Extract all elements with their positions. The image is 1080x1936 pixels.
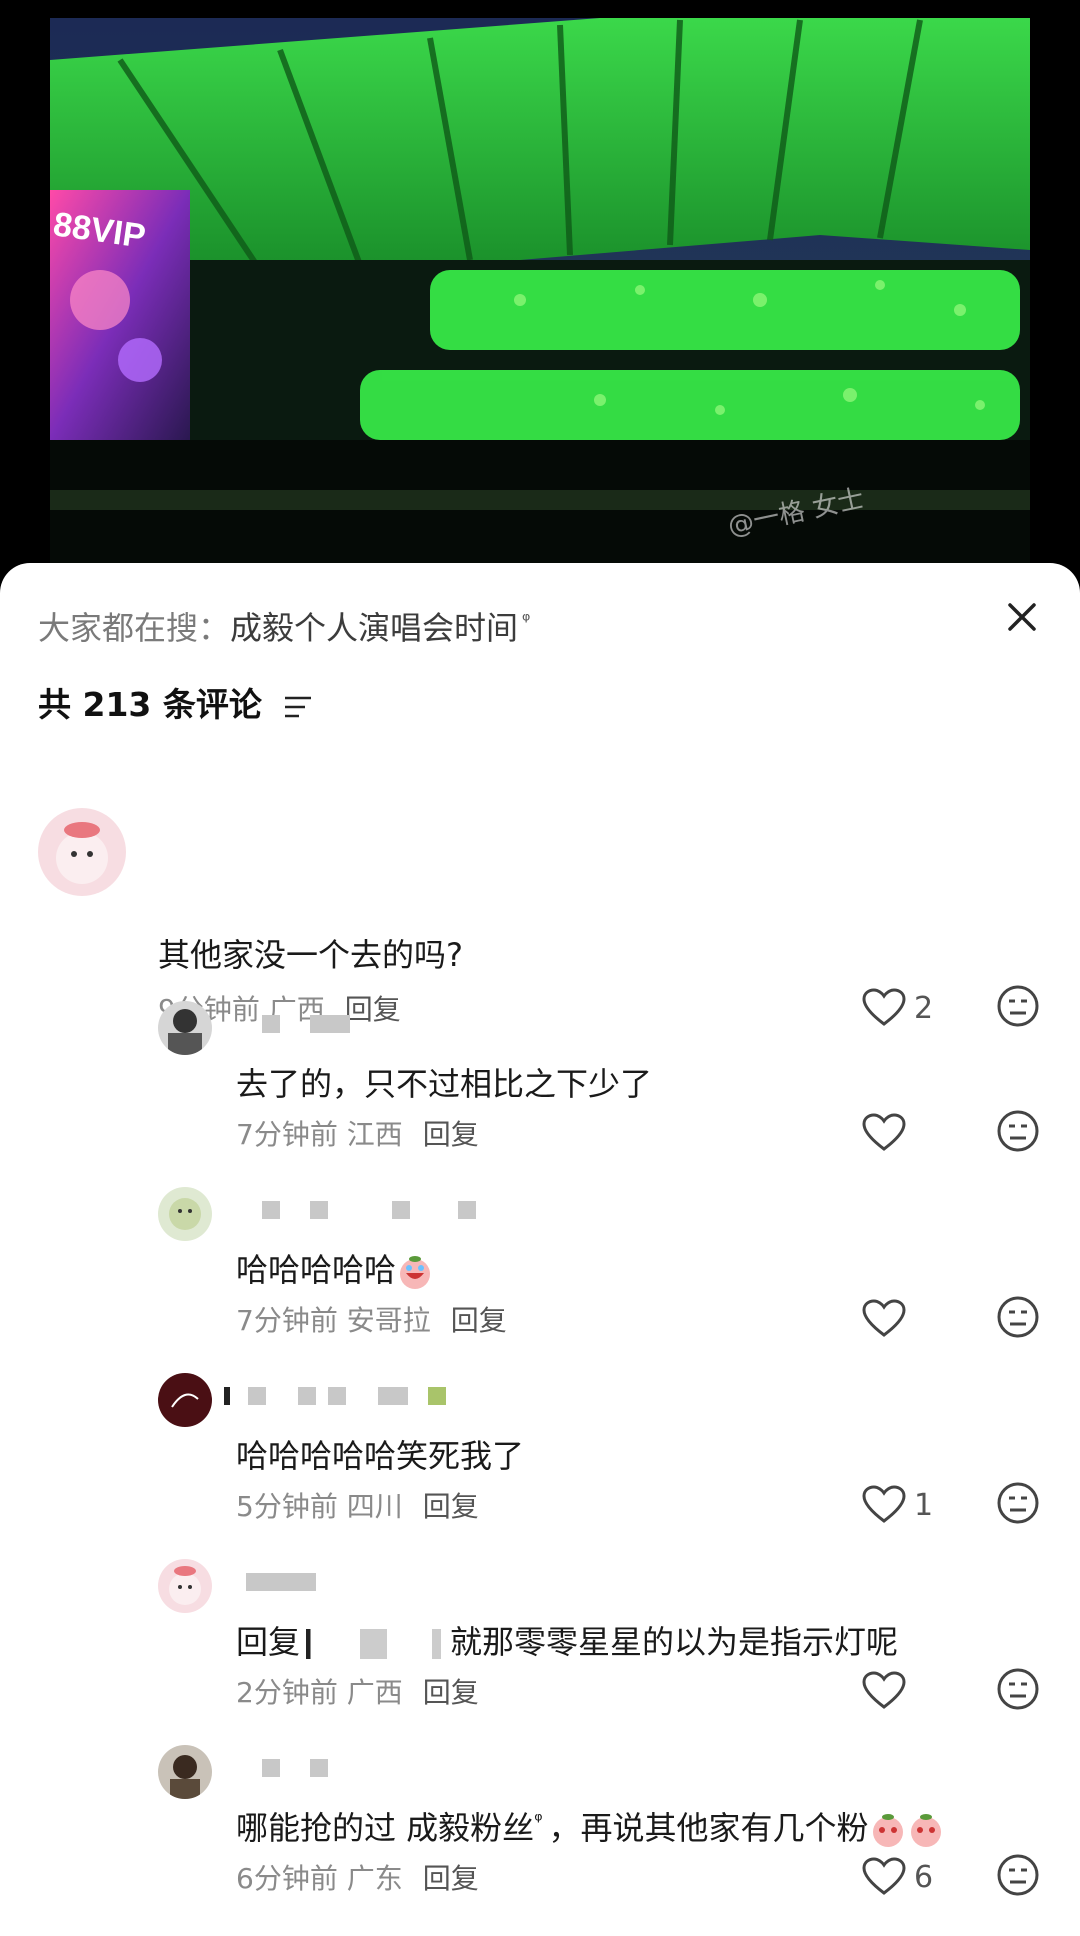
like-button[interactable]: 2 [862, 988, 933, 1028]
search-suggestion[interactable]: 大家都在搜：成毅个人演唱会时间 ᵠ [38, 603, 530, 649]
avatar[interactable] [158, 1373, 212, 1427]
reply-button[interactable]: 回复 [423, 1490, 479, 1523]
reply-button[interactable]: 回复 [423, 1862, 479, 1895]
heart-icon [862, 1671, 906, 1709]
like-button[interactable]: 6 [862, 1857, 933, 1897]
comment-meta: 7分钟前 安哥拉 回复 [236, 1299, 507, 1339]
peach-emoji-icon [872, 1814, 903, 1847]
concert-photo: 88VIP @一格 女士 [0, 0, 1080, 575]
heart-icon [862, 1299, 906, 1337]
like-button[interactable]: 1 [862, 1485, 933, 1525]
comment-text: 哈哈哈哈哈笑死我了 [236, 1437, 525, 1475]
comment-text-suffix: ，再说其他家有几个粉 [548, 1809, 869, 1847]
comment-count: 共 213 条评论 [38, 685, 262, 724]
comment-time: 2分钟前 [236, 1676, 338, 1709]
dislike-icon[interactable] [996, 1109, 1040, 1153]
comment-sheet: 大家都在搜：成毅个人演唱会时间 ᵠ 共 213 条评论 其他家没一个去的吗? 9分… [0, 563, 1080, 1936]
avatar[interactable] [158, 1559, 212, 1613]
comment-region: 广西 [346, 1676, 403, 1709]
like-count: 6 [914, 1859, 934, 1895]
heart-icon [862, 1857, 906, 1895]
heart-icon [862, 988, 906, 1026]
like-button[interactable] [862, 1113, 914, 1153]
comment-time: 7分钟前 [236, 1304, 338, 1337]
comment-meta: 5分钟前 四川 回复 [236, 1485, 479, 1525]
comment-text: 去了的，只不过相比之下少了 [236, 1065, 653, 1103]
like-count: 1 [914, 1487, 934, 1523]
sort-icon[interactable] [283, 695, 313, 719]
comment-text-body: 哪能抢的过 成毅粉丝 [236, 1809, 535, 1847]
comment-text: 回复 就那零零星星的以为是指示灯呢 [236, 1617, 898, 1663]
reply-button[interactable]: 回复 [423, 1118, 479, 1151]
search-icon: ᵠ [522, 608, 531, 633]
comment-text: 其他家没一个去的吗? [158, 936, 463, 974]
comment-time: 6分钟前 [236, 1862, 338, 1895]
comment-time: 5分钟前 [236, 1490, 338, 1523]
avatar[interactable] [158, 1187, 212, 1241]
reply-prefix: 回复 [236, 1623, 301, 1661]
peach-emoji-icon [910, 1814, 941, 1847]
like-button[interactable] [862, 1299, 914, 1339]
comment-meta: 2分钟前 广西 回复 [236, 1671, 479, 1711]
avatar[interactable] [38, 808, 126, 896]
comment-meta: 6分钟前 广东 回复 [236, 1857, 479, 1897]
reply-button[interactable]: 回复 [345, 993, 401, 1026]
dislike-icon[interactable] [996, 1853, 1040, 1897]
search-icon: ᵠ [534, 1808, 543, 1833]
dislike-icon[interactable] [996, 984, 1040, 1028]
comment-text-body: 就那零零星星的以为是指示灯呢 [450, 1623, 899, 1661]
like-button[interactable] [862, 1671, 914, 1711]
crying-laugh-emoji-icon [400, 1256, 431, 1289]
comment-text: 哪能抢的过 成毅粉丝ᵠ ，再说其他家有几个粉 [236, 1803, 945, 1849]
comment-region: 广东 [346, 1862, 403, 1895]
comment-region: 安哥拉 [346, 1304, 431, 1337]
heart-icon [862, 1485, 906, 1523]
avatar[interactable] [158, 1001, 212, 1055]
comment-region: 江西 [346, 1118, 403, 1151]
avatar[interactable] [158, 1745, 212, 1799]
reply-button[interactable]: 回复 [423, 1676, 479, 1709]
dislike-icon[interactable] [996, 1481, 1040, 1525]
comment-time: 7分钟前 [236, 1118, 338, 1151]
like-count: 2 [914, 990, 934, 1026]
mention-blurred[interactable] [300, 1629, 451, 1659]
search-prefix: 大家都在搜： [38, 609, 231, 647]
comment-meta: 7分钟前 江西 回复 [236, 1113, 479, 1153]
heart-icon [862, 1113, 906, 1151]
comment-count-header: 共 213 条评论 [38, 678, 313, 726]
close-icon[interactable] [1002, 597, 1042, 637]
dislike-icon[interactable] [996, 1667, 1040, 1711]
comment-text: 哈哈哈哈哈 [236, 1245, 434, 1291]
dislike-icon[interactable] [996, 1295, 1040, 1339]
comment-region: 四川 [346, 1490, 403, 1523]
reply-button[interactable]: 回复 [451, 1304, 507, 1337]
search-term[interactable]: 成毅个人演唱会时间 [230, 609, 518, 647]
comment-text-body: 哈哈哈哈哈 [236, 1251, 397, 1289]
